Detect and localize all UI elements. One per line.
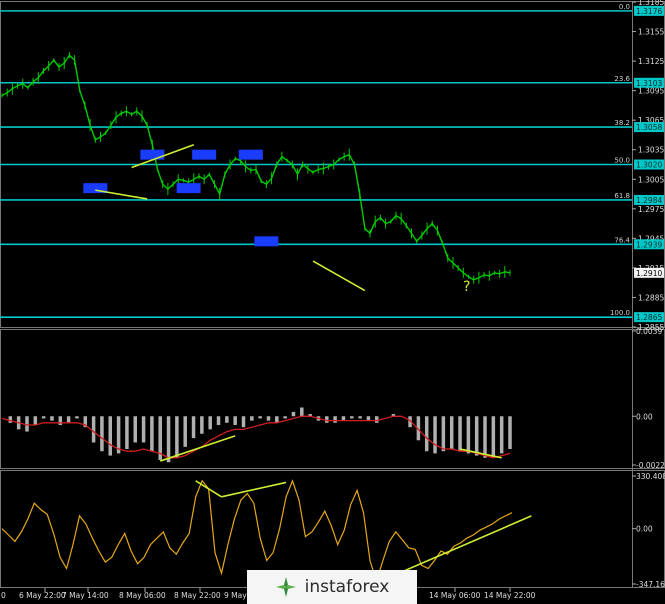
macd-tick-label: 0.0039 <box>636 327 662 336</box>
macd-tick-label: 0.00 <box>636 412 653 421</box>
price-chart-svg: 1.31851.31551.31251.30951.30651.30351.30… <box>0 0 665 600</box>
cci-tick-label: -347.168 <box>636 580 665 589</box>
instaforex-logo: instaforex <box>247 570 417 604</box>
fib-value-label: 1.3176 <box>636 7 662 16</box>
price-trendline <box>312 260 366 292</box>
price-trendline <box>95 189 148 200</box>
chart-window: 1.3185 1.3155 1.3125 1.3095 1.3065 1.3035 1.30… <box>0 0 665 604</box>
x-axis-label: 14 May 06:00 <box>429 591 481 600</box>
question-mark-annotation: ? <box>463 279 470 295</box>
price-tick-label: 1.3125 <box>638 57 664 66</box>
fib-level-label: 0.0 <box>619 3 630 11</box>
x-axis-label: 6 May 22:00 <box>19 591 66 600</box>
logo-text: instaforex <box>304 577 390 597</box>
x-axis-label: 0 <box>1 591 6 600</box>
x-axis-label: 14 May 22:00 <box>484 591 536 600</box>
x-axis-label: 8 May 06:00 <box>119 591 166 600</box>
fib-level-label: 23.6 <box>614 75 630 83</box>
logo-mark-icon <box>275 577 296 597</box>
macd-trendline <box>459 448 502 459</box>
fib-level-label: 50.0 <box>614 157 630 165</box>
macd-pane-frame <box>0 329 665 469</box>
cci-tick-label: 330.4089 <box>636 472 665 481</box>
price-tick-label: 1.2975 <box>638 205 664 214</box>
cci-trendline <box>221 481 287 498</box>
price-tick-label: 1.3035 <box>638 146 664 155</box>
x-axis-label: 8 May 22:00 <box>174 591 221 600</box>
price-tick-label: 1.3095 <box>638 87 664 96</box>
fib-value-label: 1.2939 <box>636 240 662 249</box>
support-resistance-zone <box>140 149 165 160</box>
cci-tick-label: 0.00 <box>636 525 653 534</box>
price-tick-label: 1.3005 <box>638 175 664 184</box>
support-resistance-zone <box>238 149 263 160</box>
cci-line <box>1 479 513 584</box>
fib-value-label: 1.2865 <box>636 313 662 322</box>
fib-value-label: 1.3020 <box>636 161 662 170</box>
macd-trendline <box>159 435 236 462</box>
x-axis-label: 7 May 14:00 <box>62 591 109 600</box>
fib-level-label: 61.8 <box>614 192 630 200</box>
current-price-label: 1.2910 <box>636 269 662 278</box>
price-tick-label: 1.3155 <box>638 28 664 37</box>
macd-tick-label: -0.00223 <box>636 461 665 470</box>
price-tick-label: 1.2885 <box>638 293 664 302</box>
support-resistance-zone <box>254 236 279 247</box>
support-resistance-zone <box>192 149 217 160</box>
fib-value-label: 1.3058 <box>636 123 662 132</box>
fib-value-label: 1.2984 <box>636 196 662 205</box>
fib-level-label: 76.4 <box>614 236 630 244</box>
fib-level-label: 100.0 <box>610 309 630 317</box>
fib-value-label: 1.3103 <box>636 79 662 88</box>
fib-level-label: 38.2 <box>614 119 630 127</box>
support-resistance-zone <box>176 183 201 194</box>
